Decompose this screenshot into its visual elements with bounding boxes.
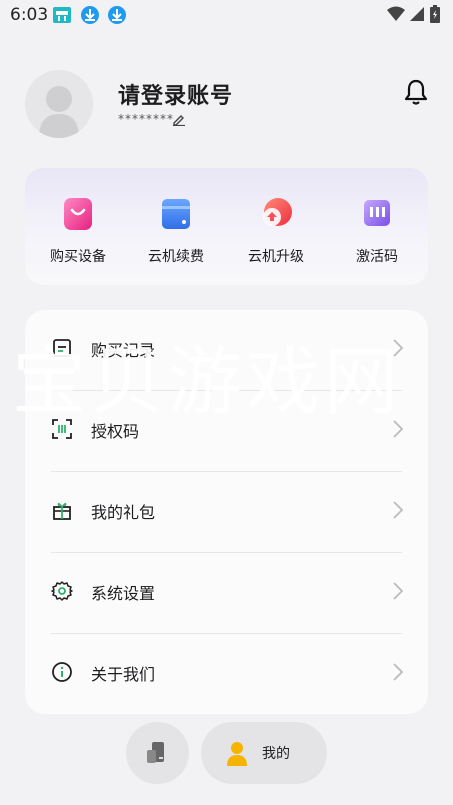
chevron-right-icon [393,501,404,519]
quick-label: 激活码 [356,249,398,265]
user-silhouette-icon [39,86,79,138]
quick-label: 云机续费 [148,249,204,265]
chevron-right-icon [393,582,404,600]
menu-label: 购买记录 [91,341,156,360]
menu-item-system-settings[interactable]: 系统设置 [25,553,428,633]
menu-item-purchase-record[interactable]: 购买记录 [25,310,428,390]
settings-icon [51,581,73,601]
quick-upgrade[interactable]: 云机升级 [226,190,326,266]
bell-icon[interactable] [403,78,429,106]
quick-label: 云机升级 [248,249,304,265]
signal-icon [410,7,424,21]
quick-activation-code[interactable]: 激活码 [327,190,427,266]
shopping-bag-icon [60,196,96,232]
menu-card: 购买记录 授权码 我的礼包 系统设置 关于我们 [25,310,428,714]
user-icon [227,742,247,766]
edit-icon[interactable] [172,112,186,126]
quick-label: 购买设备 [50,249,106,265]
avatar[interactable] [25,70,93,138]
menu-label: 系统设置 [91,584,156,603]
quick-renew[interactable]: 云机续费 [126,190,226,266]
nav-cloud-phone-button[interactable] [126,722,189,784]
download-icon [81,6,99,24]
info-icon [52,662,72,682]
cloud-phone-icon [147,742,164,763]
login-prompt[interactable]: 请登录账号 [118,78,233,110]
wifi-icon [387,6,405,21]
chevron-right-icon [393,663,404,681]
upgrade-icon [258,196,294,232]
menu-item-about-us[interactable]: 关于我们 [25,634,428,714]
quick-buy-device[interactable]: 购买设备 [28,190,128,266]
activation-code-icon [359,196,395,232]
menu-item-authorization-code[interactable]: 授权码 [25,391,428,471]
chevron-right-icon [393,339,404,357]
menu-label: 我的礼包 [91,503,156,522]
download-icon-2 [108,6,126,24]
menu-label: 授权码 [91,422,140,441]
chevron-right-icon [393,420,404,438]
wallet-icon [158,196,194,232]
menu-item-my-gift[interactable]: 我的礼包 [25,472,428,552]
quick-actions-card: 购买设备 云机续费 云机升级 激活码 [25,168,428,285]
game-app-icon [53,7,71,23]
masked-account: ******** [118,112,174,126]
gift-icon [53,502,71,520]
menu-label: 关于我们 [91,665,156,684]
nav-mine-label: 我的 [262,746,290,762]
scan-code-icon [52,419,72,439]
status-time: 6:03 [10,5,49,25]
status-bar: 6:03 [0,0,453,32]
battery-icon [430,5,440,23]
purchase-record-icon [53,339,71,357]
nav-mine-button[interactable]: 我的 [201,722,327,784]
